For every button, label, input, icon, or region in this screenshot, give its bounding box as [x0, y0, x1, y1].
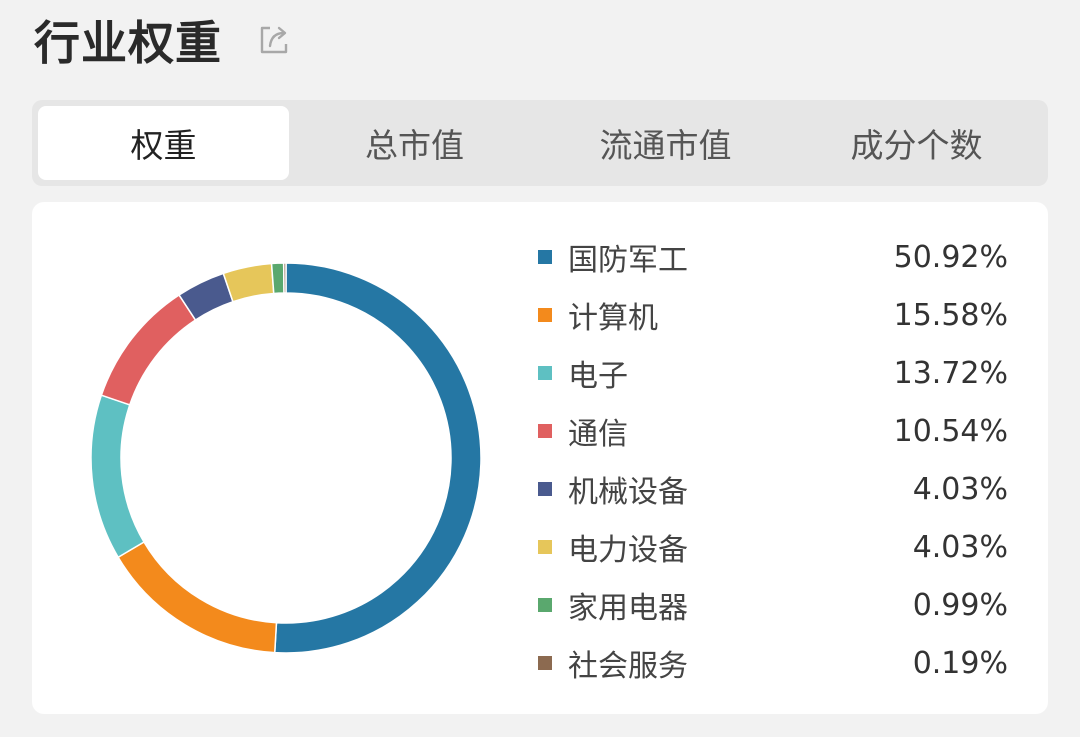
- legend-label: 机械设备: [568, 475, 688, 510]
- tab-constituent-count[interactable]: 成分个数: [791, 106, 1042, 180]
- legend-swatch: [538, 308, 552, 322]
- legend-label: 计算机: [568, 301, 658, 336]
- legend-item[interactable]: 家用电器 0.99%: [538, 576, 1008, 634]
- tab-total-market-cap[interactable]: 总市值: [289, 106, 540, 180]
- tab-label: 流通市值: [599, 126, 732, 165]
- legend-label: 家用电器: [568, 591, 688, 626]
- legend-label: 国防军工: [568, 243, 688, 278]
- donut-chart: [90, 262, 482, 654]
- tab-float-market-cap[interactable]: 流通市值: [540, 106, 791, 180]
- legend-label: 电力设备: [568, 533, 688, 568]
- legend-swatch: [538, 424, 552, 438]
- chart-card: 国防军工 50.92% 计算机 15.58% 电子 13.72% 通信 10.54% 机械设备 4…: [32, 202, 1048, 714]
- legend-swatch: [538, 540, 552, 554]
- legend-swatch: [538, 250, 552, 264]
- legend-swatch: [538, 482, 552, 496]
- legend-label: 社会服务: [568, 649, 688, 684]
- legend-value: 4.03%: [912, 471, 1008, 507]
- legend-swatch: [538, 598, 552, 612]
- legend-swatch: [538, 366, 552, 380]
- tab-bar: 权重 总市值 流通市值 成分个数: [32, 100, 1048, 186]
- tab-weight[interactable]: 权重: [38, 106, 289, 180]
- share-icon[interactable]: [256, 22, 292, 58]
- donut-slice-3[interactable]: [90, 394, 146, 559]
- legend-value: 50.92%: [893, 239, 1008, 275]
- legend-value: 0.99%: [912, 587, 1008, 623]
- legend-item[interactable]: 电子 13.72%: [538, 344, 1008, 402]
- donut-slice-7[interactable]: [270, 262, 285, 295]
- legend-value: 15.58%: [893, 297, 1008, 333]
- donut-slice-4[interactable]: [100, 293, 197, 406]
- tab-label: 成分个数: [850, 126, 983, 165]
- page-title: 行业权重: [34, 16, 222, 70]
- legend-item[interactable]: 社会服务 0.19%: [538, 634, 1008, 692]
- donut-slice-6[interactable]: [222, 262, 275, 303]
- legend-value: 10.54%: [893, 413, 1008, 449]
- legend-label: 通信: [568, 417, 628, 452]
- legend-label: 电子: [568, 359, 628, 394]
- legend-value: 13.72%: [893, 355, 1008, 391]
- chart-legend: 国防军工 50.92% 计算机 15.58% 电子 13.72% 通信 10.54% 机械设备 4…: [538, 228, 1008, 692]
- legend-item[interactable]: 电力设备 4.03%: [538, 518, 1008, 576]
- legend-value: 0.19%: [912, 645, 1008, 681]
- tab-label: 总市值: [365, 126, 464, 165]
- legend-item[interactable]: 国防军工 50.92%: [538, 228, 1008, 286]
- header: 行业权重: [34, 8, 292, 72]
- donut-slice-2[interactable]: [117, 540, 278, 654]
- tab-label: 权重: [130, 126, 197, 165]
- donut-slice-8[interactable]: [282, 262, 287, 294]
- legend-swatch: [538, 656, 552, 670]
- legend-item[interactable]: 通信 10.54%: [538, 402, 1008, 460]
- legend-item[interactable]: 机械设备 4.03%: [538, 460, 1008, 518]
- legend-value: 4.03%: [912, 529, 1008, 565]
- donut-slice-1[interactable]: [273, 262, 482, 654]
- legend-item[interactable]: 计算机 15.58%: [538, 286, 1008, 344]
